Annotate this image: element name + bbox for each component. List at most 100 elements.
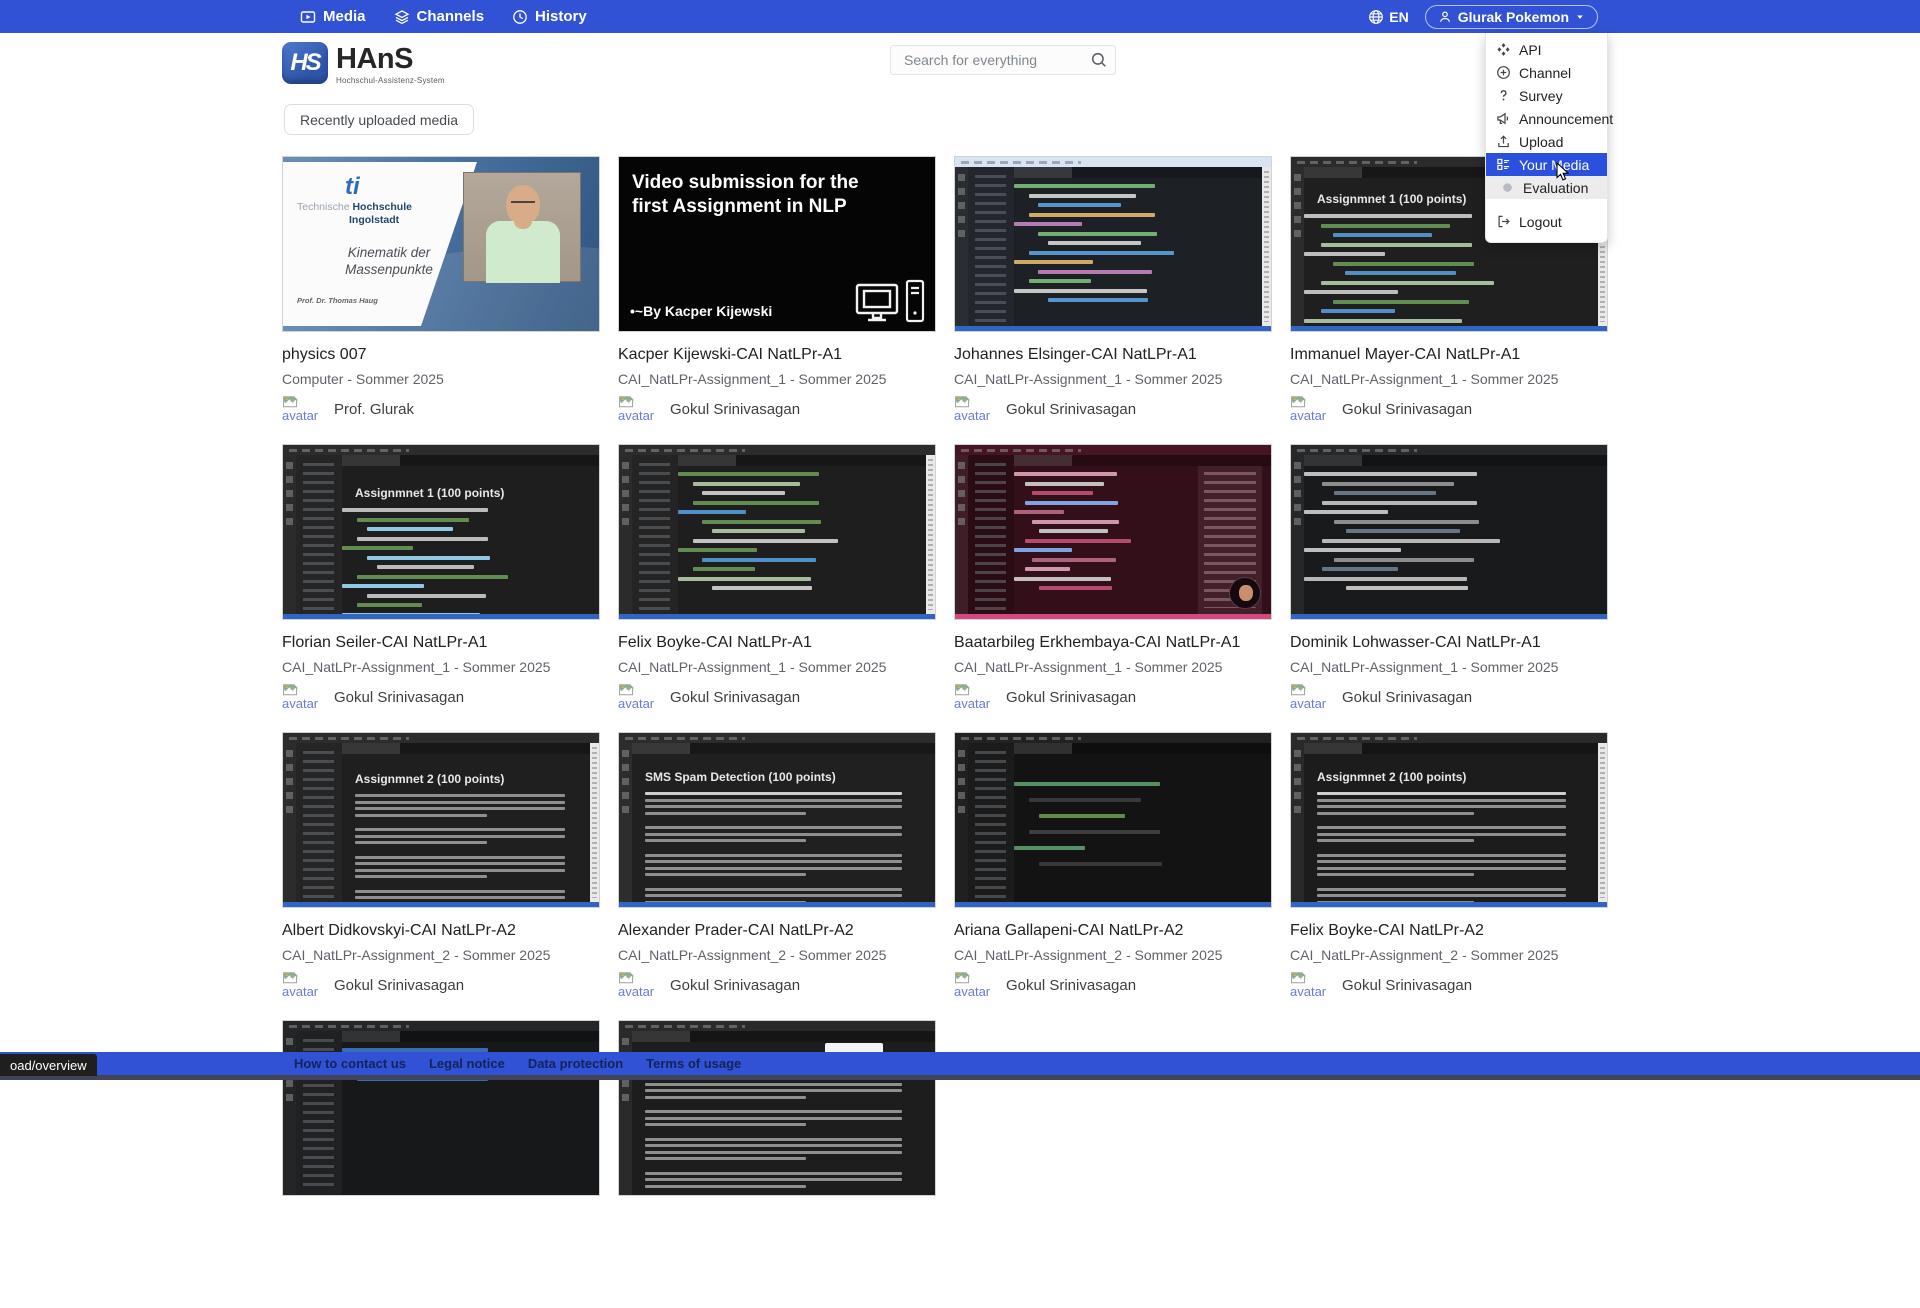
broken-image-icon bbox=[1290, 683, 1307, 696]
menu-item-upload[interactable]: Upload bbox=[1486, 130, 1607, 153]
avatar: avatar bbox=[618, 971, 658, 998]
caret-down-icon bbox=[1575, 12, 1585, 22]
media-card[interactable]: Johannes Elsinger-CAI NatLPr-A1 CAI_NatL… bbox=[954, 156, 1272, 444]
university-logo: ti bbox=[345, 173, 360, 201]
media-icon bbox=[300, 9, 316, 25]
card-thumbnail[interactable] bbox=[954, 732, 1272, 908]
media-card[interactable]: Dominik Lohwasser-CAI NatLPr-A1 CAI_NatL… bbox=[1290, 444, 1608, 732]
language-switcher[interactable]: EN bbox=[1368, 9, 1408, 25]
avatar-alt-text: avatar bbox=[1290, 697, 1326, 710]
card-thumbnail[interactable]: Assignmnet 2 (100 points) bbox=[618, 1020, 936, 1196]
avatar-alt-text: avatar bbox=[1290, 985, 1326, 998]
media-card[interactable]: Ariana Gallapeni-CAI NatLPr-A2 CAI_NatLP… bbox=[954, 732, 1272, 1020]
card-title: Felix Boyke-CAI NatLPr-A2 bbox=[1290, 921, 1608, 942]
broken-image-icon bbox=[282, 971, 299, 984]
menu-item-logout[interactable]: Logout bbox=[1486, 210, 1607, 233]
api-icon bbox=[1496, 42, 1511, 57]
card-thumbnail[interactable] bbox=[954, 444, 1272, 620]
user-menu-button[interactable]: Glurak Pokemon bbox=[1425, 5, 1598, 29]
media-card[interactable]: SMS Spam Detection (100 points) Alexande… bbox=[618, 732, 936, 1020]
nav-link-label: Media bbox=[323, 8, 366, 25]
channels-icon bbox=[394, 9, 410, 25]
menu-item-label: Upload bbox=[1519, 134, 1563, 150]
card-thumbnail[interactable]: Video submission for the first Assignmen… bbox=[618, 156, 936, 332]
person-icon bbox=[1438, 10, 1452, 24]
card-thumbnail[interactable]: tiTechnische HochschuleIngolstadtKinemat… bbox=[282, 156, 600, 332]
nav-link-history[interactable]: History bbox=[512, 8, 587, 25]
menu-item-api[interactable]: API bbox=[1486, 38, 1607, 61]
media-card[interactable]: Video submission for the first Assignmen… bbox=[618, 156, 936, 444]
menu-item-survey[interactable]: Survey bbox=[1486, 84, 1607, 107]
app-logo[interactable]: HS HAnS Hochschul-Assistenz-System bbox=[282, 42, 445, 85]
avatar-alt-text: avatar bbox=[954, 985, 990, 998]
user-name-label: Glurak Pokemon bbox=[1458, 9, 1569, 25]
avatar: avatar bbox=[954, 683, 994, 710]
card-subtitle: CAI_NatLPr-Assignment_2 - Sommer 2025 bbox=[282, 947, 600, 963]
user-dropdown-menu: API Channel SurveyAnnouncement Upload Your M… bbox=[1485, 33, 1608, 243]
avatar: avatar bbox=[282, 683, 322, 710]
card-title: physics 007 bbox=[282, 345, 600, 366]
search-input[interactable] bbox=[890, 45, 1116, 75]
card-subtitle: CAI_NatLPr-Assignment_2 - Sommer 2025 bbox=[1290, 947, 1608, 963]
footer: How to contact us Legal notice Data protec… bbox=[0, 1052, 1920, 1075]
card-thumbnail[interactable]: Assignmnet 2 (100 points) bbox=[1290, 732, 1608, 908]
footer-link-terms-of-usage[interactable]: Terms of usage bbox=[646, 1056, 741, 1071]
menu-item-your-media[interactable]: Your Media bbox=[1486, 153, 1607, 176]
media-card[interactable]: Felix Boyke-CAI NatLPr-A1 CAI_NatLPr-Ass… bbox=[618, 444, 936, 732]
card-thumbnail[interactable] bbox=[954, 156, 1272, 332]
logo-subtitle: Hochschul-Assistenz-System bbox=[336, 76, 445, 85]
card-owner-row: avatar Gokul Srinivasagan bbox=[282, 683, 600, 710]
card-thumbnail[interactable] bbox=[1290, 444, 1608, 620]
card-owner-row: avatar Gokul Srinivasagan bbox=[618, 395, 936, 422]
card-owner-row: avatar Prof. Glurak bbox=[282, 395, 600, 422]
broken-image-icon bbox=[618, 395, 635, 408]
broken-image-icon bbox=[282, 683, 299, 696]
avatar: avatar bbox=[618, 683, 658, 710]
avatar-alt-text: avatar bbox=[954, 697, 990, 710]
card-subtitle: CAI_NatLPr-Assignment_1 - Sommer 2025 bbox=[954, 371, 1272, 387]
card-owner-row: avatar Gokul Srinivasagan bbox=[1290, 971, 1608, 998]
menu-item-label: Logout bbox=[1519, 214, 1562, 230]
menu-item-label: Your Media bbox=[1519, 157, 1589, 173]
card-owner-row: avatar Gokul Srinivasagan bbox=[954, 395, 1272, 422]
card-owner-row bbox=[618, 1209, 936, 1223]
recently-uploaded-chip[interactable]: Recently uploaded media bbox=[284, 104, 474, 135]
media-card[interactable]: Assignmnet 2 (100 points) Felix Boyke-CA… bbox=[1290, 732, 1608, 1020]
media-card[interactable]: Baatarbileg Erkhembaya-CAI NatLPr-A1 CAI… bbox=[954, 444, 1272, 732]
footer-link-how-to-contact-us[interactable]: How to contact us bbox=[294, 1056, 406, 1071]
menu-item-evaluation[interactable]: Evaluation bbox=[1486, 176, 1607, 199]
card-thumbnail[interactable]: Assignmnet 1 (100 points) bbox=[282, 444, 600, 620]
card-owner-row: avatar Gokul Srinivasagan bbox=[1290, 683, 1608, 710]
footer-links: How to contact us Legal notice Data protec… bbox=[294, 1056, 741, 1071]
menu-item-label: Channel bbox=[1519, 65, 1571, 81]
broken-image-icon bbox=[618, 683, 635, 696]
broken-image-icon bbox=[1290, 971, 1307, 984]
menu-item-label: Evaluation bbox=[1523, 180, 1588, 196]
search-icon[interactable] bbox=[1090, 51, 1108, 69]
menu-item-label: Announcement bbox=[1519, 111, 1613, 127]
menu-item-channel[interactable]: Channel bbox=[1486, 61, 1607, 84]
card-thumbnail[interactable]: Assignmnet 2 (100 points) bbox=[282, 732, 600, 908]
nav-link-label: Channels bbox=[417, 8, 485, 25]
media-card[interactable]: tiTechnische HochschuleIngolstadtKinemat… bbox=[282, 156, 600, 444]
nav-link-channels[interactable]: Channels bbox=[394, 8, 485, 25]
footer-link-data-protection[interactable]: Data protection bbox=[528, 1056, 623, 1071]
logo-texts: HAnS Hochschul-Assistenz-System bbox=[336, 45, 445, 85]
broken-image-icon bbox=[954, 683, 971, 696]
menu-item-announcement[interactable]: Announcement bbox=[1486, 107, 1607, 130]
survey-icon bbox=[1496, 88, 1511, 103]
media-card[interactable]: Assignmnet 2 (100 points) Albert Didkovs… bbox=[282, 732, 600, 1020]
card-thumbnail[interactable]: SMS Spam Detection (100 points) bbox=[618, 732, 936, 908]
card-owner-name: Prof. Glurak bbox=[334, 401, 414, 418]
media-card[interactable]: Assignmnet 1 (100 points) Florian Seiler… bbox=[282, 444, 600, 732]
card-owner-name: Gokul Srinivasagan bbox=[670, 977, 800, 994]
card-thumbnail[interactable] bbox=[618, 444, 936, 620]
card-owner-row: avatar Gokul Srinivasagan bbox=[1290, 395, 1608, 422]
avatar-alt-text: avatar bbox=[954, 409, 990, 422]
nav-link-media[interactable]: Media bbox=[300, 8, 366, 25]
card-thumbnail[interactable] bbox=[282, 1020, 600, 1196]
avatar: avatar bbox=[1290, 971, 1330, 998]
footer-link-legal-notice[interactable]: Legal notice bbox=[429, 1056, 505, 1071]
avatar-alt-text: avatar bbox=[618, 409, 654, 422]
announcement-icon bbox=[1496, 111, 1511, 126]
